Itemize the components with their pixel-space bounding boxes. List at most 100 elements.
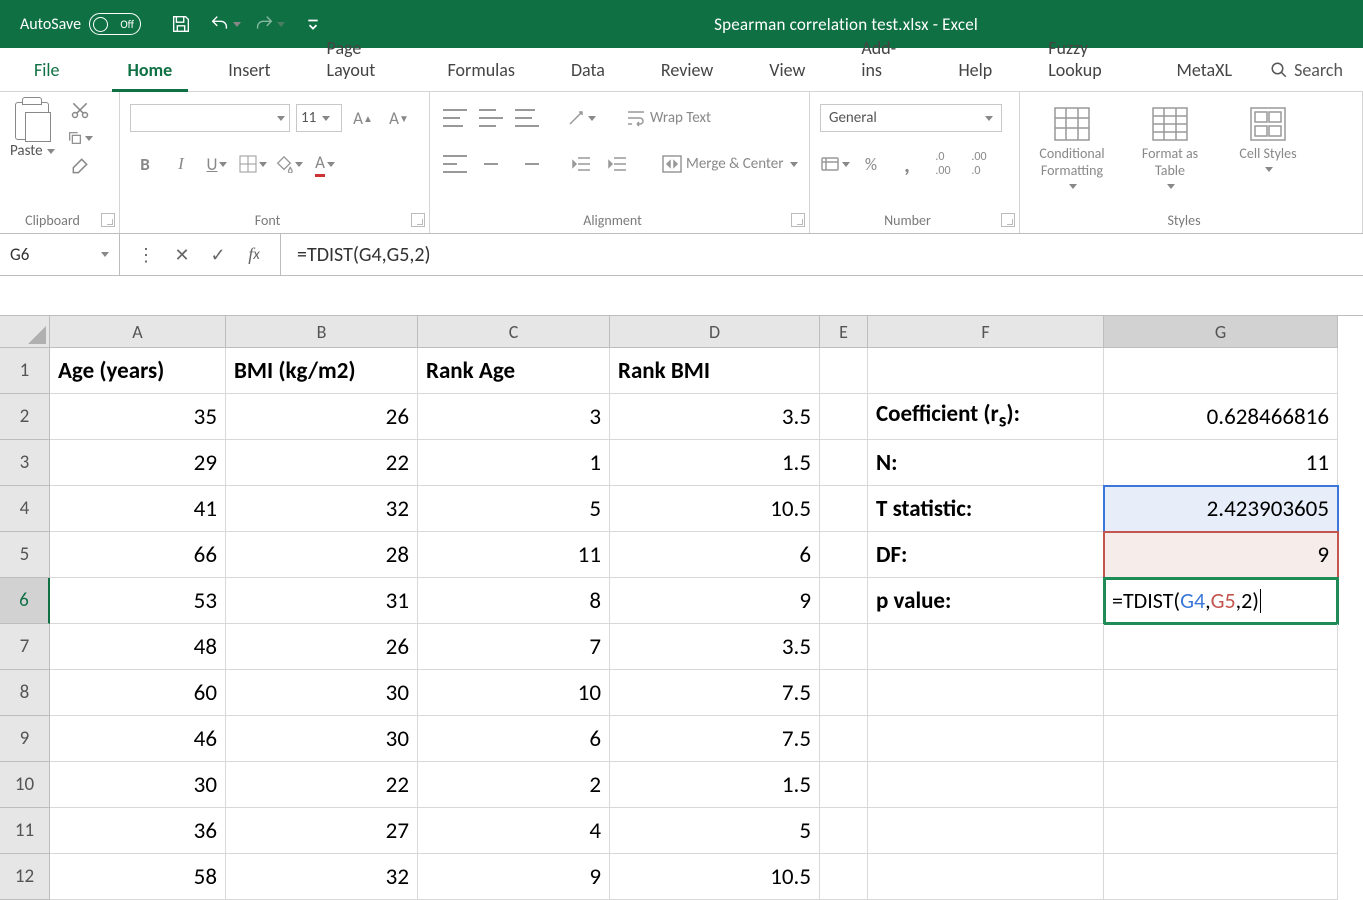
col-header-B[interactable]: B — [226, 316, 418, 348]
tab-view[interactable]: View — [751, 49, 823, 91]
cell-C6[interactable]: 8 — [418, 578, 610, 624]
row-header-3[interactable]: 3 — [0, 440, 50, 486]
cell-D6[interactable]: 9 — [610, 578, 820, 624]
col-header-E[interactable]: E — [820, 316, 868, 348]
cell-C10[interactable]: 2 — [418, 762, 610, 808]
cell-G3[interactable]: 11 — [1104, 440, 1338, 486]
name-box[interactable]: G6 — [0, 234, 120, 275]
cell-F4[interactable]: T statistic: — [868, 486, 1104, 532]
row-header-6[interactable]: 6 — [0, 578, 50, 624]
cell-F12[interactable] — [868, 854, 1104, 900]
cell-A12[interactable]: 58 — [50, 854, 226, 900]
undo-icon[interactable] — [209, 8, 241, 40]
font-size-combo[interactable]: 11 — [296, 104, 342, 132]
italic-button[interactable]: I — [166, 150, 196, 178]
cell-D11[interactable]: 5 — [610, 808, 820, 854]
tab-review[interactable]: Review — [643, 49, 731, 91]
cell-B12[interactable]: 32 — [226, 854, 418, 900]
row-header-2[interactable]: 2 — [0, 394, 50, 440]
percent-icon[interactable]: % — [856, 150, 886, 178]
cell-B8[interactable]: 30 — [226, 670, 418, 716]
cell-G2[interactable]: 0.628466816 — [1104, 394, 1338, 440]
cell-B6[interactable]: 31 — [226, 578, 418, 624]
cell-D2[interactable]: 3.5 — [610, 394, 820, 440]
comma-icon[interactable]: , — [892, 150, 922, 178]
cell-B3[interactable]: 22 — [226, 440, 418, 486]
save-icon[interactable] — [165, 8, 197, 40]
cell-C1[interactable]: Rank Age — [418, 348, 610, 394]
col-header-F[interactable]: F — [868, 316, 1104, 348]
row-header-9[interactable]: 9 — [0, 716, 50, 762]
decrease-indent-icon[interactable] — [566, 150, 596, 178]
col-header-D[interactable]: D — [610, 316, 820, 348]
cell-E10[interactable] — [820, 762, 868, 808]
cut-icon[interactable] — [67, 100, 93, 120]
cell-E7[interactable] — [820, 624, 868, 670]
cell-A6[interactable]: 53 — [50, 578, 226, 624]
cell-C9[interactable]: 6 — [418, 716, 610, 762]
tab-add-ins[interactable]: Add-ins — [843, 27, 920, 91]
increase-indent-icon[interactable] — [602, 150, 632, 178]
cell-F5[interactable]: DF: — [868, 532, 1104, 578]
cell-E5[interactable] — [820, 532, 868, 578]
borders-icon[interactable] — [238, 150, 268, 178]
font-launcher-icon[interactable] — [411, 213, 425, 227]
row-header-10[interactable]: 10 — [0, 762, 50, 808]
row-header-1[interactable]: 1 — [0, 348, 50, 394]
cell-F2[interactable]: Coefficient (rs): — [868, 394, 1104, 440]
align-bottom-icon[interactable] — [512, 104, 542, 132]
number-launcher-icon[interactable] — [1001, 213, 1015, 227]
number-format-combo[interactable]: General — [820, 104, 1002, 132]
cell-A8[interactable]: 60 — [50, 670, 226, 716]
cell-E1[interactable] — [820, 348, 868, 394]
cell-B11[interactable]: 27 — [226, 808, 418, 854]
row-header-4[interactable]: 4 — [0, 486, 50, 532]
cell-E8[interactable] — [820, 670, 868, 716]
cell-D8[interactable]: 7.5 — [610, 670, 820, 716]
cell-G10[interactable] — [1104, 762, 1338, 808]
formula-input[interactable]: =TDIST(G4,G5,2) — [281, 234, 1363, 275]
dots-icon[interactable]: ⋮ — [128, 244, 164, 266]
cell-B2[interactable]: 26 — [226, 394, 418, 440]
underline-button[interactable]: U — [202, 150, 232, 178]
cell-F6[interactable]: p value: — [868, 578, 1104, 624]
cell-D12[interactable]: 10.5 — [610, 854, 820, 900]
row-header-5[interactable]: 5 — [0, 532, 50, 578]
autosave-toggle[interactable]: AutoSave Off — [20, 13, 141, 35]
autosave-switch[interactable]: Off — [89, 13, 141, 35]
bold-button[interactable]: B — [130, 150, 160, 178]
cell-G4[interactable]: 2.423903605 — [1104, 486, 1338, 532]
cell-B10[interactable]: 22 — [226, 762, 418, 808]
cell-C5[interactable]: 11 — [418, 532, 610, 578]
cell-B4[interactable]: 32 — [226, 486, 418, 532]
cell-C8[interactable]: 10 — [418, 670, 610, 716]
cell-A4[interactable]: 41 — [50, 486, 226, 532]
wrap-text-button[interactable]: Wrap Text — [626, 104, 711, 132]
cell-D4[interactable]: 10.5 — [610, 486, 820, 532]
file-tab[interactable]: File — [20, 49, 74, 91]
cell-B5[interactable]: 28 — [226, 532, 418, 578]
cell-A7[interactable]: 48 — [50, 624, 226, 670]
cell-G6[interactable]: =TDIST(G4,G5,2) — [1104, 578, 1338, 624]
col-header-A[interactable]: A — [50, 316, 226, 348]
cell-A9[interactable]: 46 — [50, 716, 226, 762]
cell-A11[interactable]: 36 — [50, 808, 226, 854]
cell-F1[interactable] — [868, 348, 1104, 394]
cell-C11[interactable]: 4 — [418, 808, 610, 854]
cell-D7[interactable]: 3.5 — [610, 624, 820, 670]
cell-E9[interactable] — [820, 716, 868, 762]
tab-formulas[interactable]: Formulas — [430, 49, 533, 91]
alignment-launcher-icon[interactable] — [791, 213, 805, 227]
tab-data[interactable]: Data — [553, 49, 623, 91]
cell-C2[interactable]: 3 — [418, 394, 610, 440]
cancel-formula-icon[interactable]: ✕ — [164, 244, 200, 266]
row-header-7[interactable]: 7 — [0, 624, 50, 670]
cell-D10[interactable]: 1.5 — [610, 762, 820, 808]
increase-font-icon[interactable]: A▲ — [348, 104, 378, 132]
cell-E3[interactable] — [820, 440, 868, 486]
cell-F9[interactable] — [868, 716, 1104, 762]
merge-center-button[interactable]: Merge & Center — [662, 150, 798, 178]
accounting-format-icon[interactable] — [820, 150, 850, 178]
row-header-11[interactable]: 11 — [0, 808, 50, 854]
worksheet-grid[interactable]: A B C D E F G 1Age (years)BMI (kg/m2)Ran… — [0, 316, 1363, 900]
